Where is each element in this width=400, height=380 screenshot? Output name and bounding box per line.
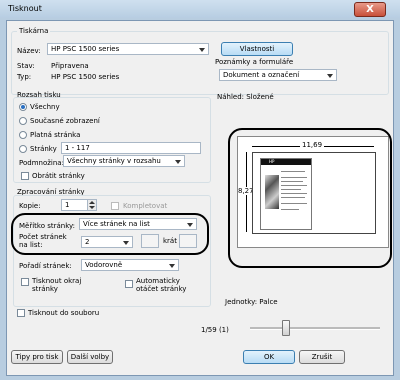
radio-current-page[interactable] bbox=[19, 131, 27, 139]
page-counter: 1/59 (1) bbox=[201, 326, 229, 334]
printer-status-label: Stav: bbox=[17, 62, 35, 70]
page-order-value: Vodorovně bbox=[85, 261, 123, 269]
page-slider-track[interactable] bbox=[250, 327, 380, 330]
ok-button[interactable]: OK bbox=[243, 350, 295, 364]
auto-rotate-label: Automaticky otáčet stránky bbox=[136, 277, 187, 293]
radio-current-page-label: Platná stránka bbox=[30, 131, 81, 139]
print-to-file-label: Tisknout do souboru bbox=[28, 309, 100, 317]
printer-type-label: Typ: bbox=[17, 73, 32, 81]
page-order-label: Pořadí stránek: bbox=[19, 262, 72, 270]
pages-input-value: 1 - 117 bbox=[65, 144, 90, 152]
window-title: Tisknout bbox=[8, 4, 42, 13]
auto-rotate-checkbox[interactable] bbox=[125, 280, 133, 288]
close-icon[interactable]: X bbox=[354, 2, 386, 17]
radio-all[interactable] bbox=[19, 103, 27, 111]
preview-highlight bbox=[228, 128, 392, 268]
subset-label: Podmnožina: bbox=[19, 159, 64, 167]
print-to-file-checkbox[interactable] bbox=[17, 309, 25, 317]
properties-button[interactable]: Vlastnosti bbox=[221, 42, 293, 56]
cancel-button[interactable]: Zrušit bbox=[299, 350, 345, 364]
copies-value: 1 bbox=[65, 201, 70, 209]
printer-name-label: Název: bbox=[17, 47, 41, 55]
preview-label: Náhled: Složené bbox=[217, 93, 274, 101]
page-order-dropdown[interactable]: Vodorovně bbox=[81, 259, 179, 271]
title-bar[interactable]: Tisknout X bbox=[0, 0, 400, 18]
print-border-label: Tisknout okraj stránky bbox=[32, 277, 82, 293]
comments-forms-label: Poznámky a formuláře bbox=[215, 58, 294, 66]
print-tips-button[interactable]: Tipy pro tisk bbox=[11, 350, 63, 364]
printer-type-value: HP PSC 1500 series bbox=[51, 73, 120, 81]
collate-checkbox[interactable] bbox=[111, 202, 119, 210]
comments-forms-value: Dokument a označení bbox=[223, 71, 300, 79]
radio-current-view[interactable] bbox=[19, 117, 27, 125]
chevron-down-icon bbox=[169, 264, 175, 268]
printer-status-value: Připravena bbox=[51, 62, 89, 70]
chevron-down-icon bbox=[327, 74, 333, 78]
scaling-highlight bbox=[11, 213, 209, 255]
units-label: Jednotky: Palce bbox=[225, 298, 278, 306]
radio-pages-label: Stránky bbox=[30, 145, 57, 153]
page-slider-thumb[interactable] bbox=[282, 320, 290, 336]
print-border-checkbox[interactable] bbox=[21, 278, 29, 286]
reverse-pages-label: Obrátit stránky bbox=[32, 172, 85, 180]
reverse-pages-checkbox[interactable] bbox=[21, 172, 29, 180]
copies-label: Kopie: bbox=[19, 202, 41, 210]
print-dialog-window: Tisknout X Tiskárna Název: HP PSC 1500 s… bbox=[0, 0, 400, 380]
subset-value: Všechny stránky v rozsahu bbox=[67, 157, 161, 165]
copies-spinner[interactable] bbox=[87, 200, 96, 210]
radio-pages[interactable] bbox=[19, 145, 27, 153]
radio-all-label: Všechny bbox=[30, 103, 60, 111]
chevron-down-icon bbox=[199, 48, 205, 52]
printer-group-label: Tiskárna bbox=[17, 27, 51, 35]
collate-label: Kompletovat bbox=[123, 202, 168, 210]
printer-name-value: HP PSC 1500 series bbox=[51, 45, 120, 53]
pages-input[interactable]: 1 - 117 bbox=[61, 142, 201, 154]
radio-current-view-label: Současné zobrazení bbox=[30, 117, 100, 125]
advanced-button[interactable]: Další volby bbox=[67, 350, 113, 364]
chevron-down-icon bbox=[175, 160, 181, 164]
comments-forms-dropdown[interactable]: Dokument a označení bbox=[219, 69, 337, 81]
copies-input[interactable]: 1 bbox=[61, 199, 97, 211]
subset-dropdown[interactable]: Všechny stránky v rozsahu bbox=[63, 155, 185, 167]
printer-name-dropdown[interactable]: HP PSC 1500 series bbox=[47, 43, 209, 55]
